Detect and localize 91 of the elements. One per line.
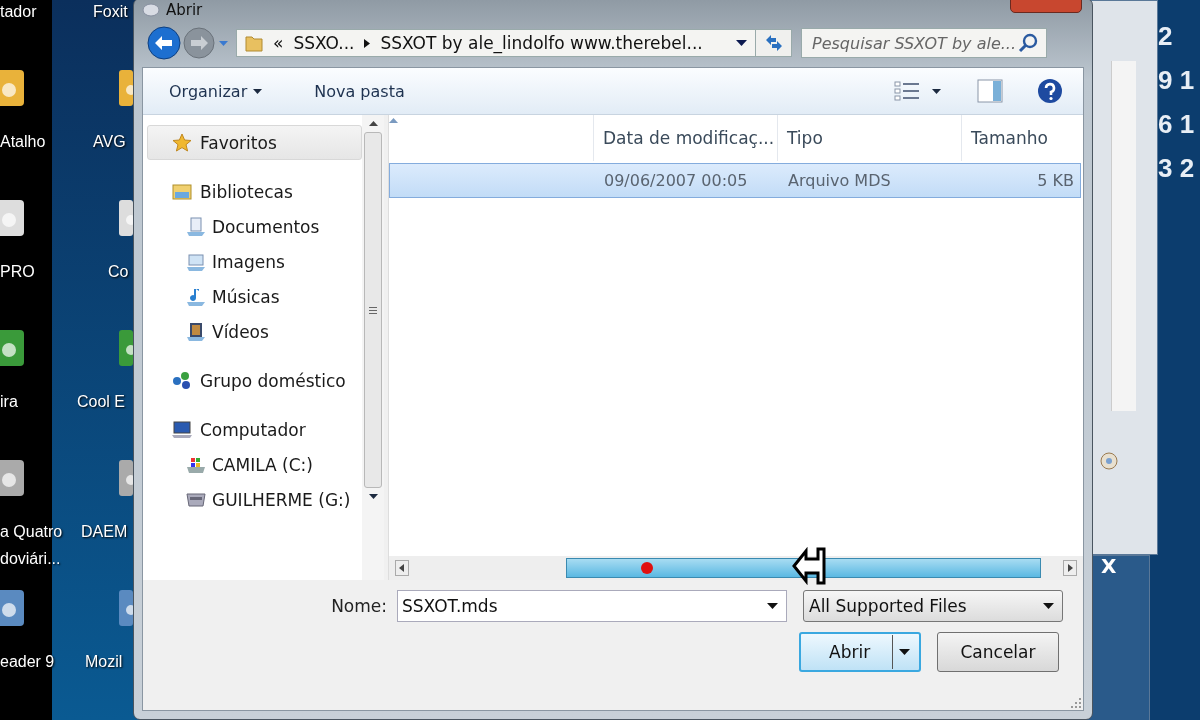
organize-menu[interactable]: Organizar — [163, 77, 269, 105]
column-header[interactable]: Tipo — [778, 115, 962, 161]
refresh-button[interactable] — [756, 29, 792, 57]
caret-icon — [1043, 603, 1054, 609]
caret-icon — [736, 40, 747, 46]
caret-icon — [219, 40, 228, 46]
app-icon — [0, 460, 24, 496]
desktop-icon-label[interactable]: DAEM — [81, 518, 128, 545]
caret-icon — [932, 88, 941, 94]
library-icon — [172, 181, 192, 202]
column-header[interactable]: Data de modificaç... — [594, 115, 778, 161]
scroll-left-icon — [395, 560, 409, 576]
field-label: Nome: — [331, 596, 387, 616]
address-bar[interactable]: « SSXO... SSXOT by ale_lindolfo www.therebel... — [236, 29, 756, 57]
nav-item[interactable]: Favoritos — [147, 125, 362, 160]
file-name-field[interactable]: SSXOT.mds — [397, 590, 787, 622]
homegroup-icon — [172, 370, 192, 391]
music-icon — [186, 286, 206, 307]
table-cell-text: 09/06/2007 00:05 — [603, 171, 749, 190]
back-icon[interactable] — [146, 25, 182, 61]
breadcrumb[interactable]: SSXO... — [293, 33, 355, 53]
caret-icon — [767, 603, 778, 609]
nav-item[interactable]: Imagens — [147, 244, 362, 279]
app-icon — [0, 330, 24, 366]
breadcrumb[interactable]: « — [273, 33, 284, 53]
cancel-button[interactable]: Cancelar — [937, 632, 1059, 672]
number-text: 6 1 — [1158, 108, 1195, 141]
number-text: 9 1 — [1158, 64, 1195, 97]
picture-icon — [186, 251, 206, 272]
app-icon — [0, 590, 24, 626]
desktop-icon-label[interactable]: tador — [0, 0, 72, 25]
close-button[interactable]: X — [1097, 553, 1121, 579]
app-icon — [142, 3, 160, 17]
nav-item[interactable]: Documentos — [147, 209, 362, 244]
disc-icon — [1099, 451, 1119, 471]
app-icon — [0, 200, 24, 236]
grip-icon — [369, 306, 377, 314]
nav-item[interactable]: GUILHERME (G:) — [147, 482, 362, 517]
chevron-icon — [364, 38, 371, 48]
scroll-right-icon — [1063, 560, 1077, 576]
desktop-icon-label[interactable]: Foxit — [93, 0, 128, 25]
desktop-icon-label[interactable]: PRO — [0, 258, 72, 285]
star-icon — [172, 132, 192, 153]
number-text: 2 — [1158, 20, 1174, 53]
desktop-icon-label[interactable]: ira — [0, 388, 72, 415]
nav-item[interactable]: Bibliotecas — [147, 174, 362, 209]
app-icon — [119, 200, 133, 236]
column-header[interactable]: Tamanho — [962, 115, 1083, 161]
nav-item[interactable]: CAMILA (C:) — [147, 447, 362, 482]
file-type-dropdown[interactable]: All Supported Files — [803, 590, 1063, 622]
caret-icon — [899, 649, 911, 655]
search-field[interactable]: Pesquisar SSXOT by ale... — [801, 28, 1047, 58]
nav-item[interactable]: Vídeos — [147, 314, 362, 349]
new-folder-button[interactable]: Nova pasta — [308, 77, 411, 105]
nav-item[interactable]: Músicas — [147, 279, 362, 314]
click-marker-icon — [641, 562, 653, 574]
scroll-up-icon — [368, 121, 378, 126]
app-icon — [119, 70, 133, 106]
nav-item[interactable]: Grupo doméstico — [147, 363, 362, 398]
scrollbar[interactable] — [362, 115, 384, 580]
scroll-down-icon — [368, 494, 378, 499]
sort-icon — [389, 118, 398, 123]
computer-icon — [172, 419, 192, 440]
close-button[interactable] — [1010, 0, 1082, 13]
breadcrumb[interactable]: SSXOT by ale_lindolfo www.therebel... — [380, 33, 703, 53]
search-icon — [1018, 33, 1038, 53]
file-row[interactable]: 09/06/2007 00:05 Arquivo MDS 5 KB — [389, 163, 1081, 198]
help-icon[interactable] — [1037, 78, 1063, 104]
preview-pane-icon[interactable] — [977, 79, 1003, 103]
video-icon — [186, 321, 206, 342]
open-button[interactable]: Abrir — [799, 632, 921, 672]
resize-grip-icon — [1071, 698, 1081, 708]
window-title: Abrir — [166, 1, 203, 19]
table-cell-text: 5 KB — [1036, 171, 1075, 190]
desktop-icon-label[interactable]: Cool E — [77, 388, 126, 415]
app-icon — [119, 460, 133, 496]
desktop-icon-label[interactable]: AVG — [93, 128, 126, 155]
nav-item[interactable]: Computador — [147, 412, 362, 447]
app-icon — [119, 330, 133, 366]
document-icon — [186, 216, 206, 237]
view-list-icon[interactable] — [894, 80, 920, 102]
scrollbar[interactable] — [1111, 61, 1136, 411]
app-icon — [0, 70, 24, 106]
folder-icon — [245, 34, 263, 52]
table-cell-text: Arquivo MDS — [787, 171, 892, 190]
number-text: 3 2 — [1158, 152, 1195, 185]
desktop-icon-label[interactable]: a Quatro doviári... — [0, 518, 72, 572]
desktop-icon-label[interactable]: Mozil — [85, 648, 123, 675]
desktop-icon-label[interactable]: Co — [108, 258, 129, 285]
desktop-icon-label[interactable]: Atalho — [0, 128, 72, 155]
app-icon — [119, 590, 133, 626]
